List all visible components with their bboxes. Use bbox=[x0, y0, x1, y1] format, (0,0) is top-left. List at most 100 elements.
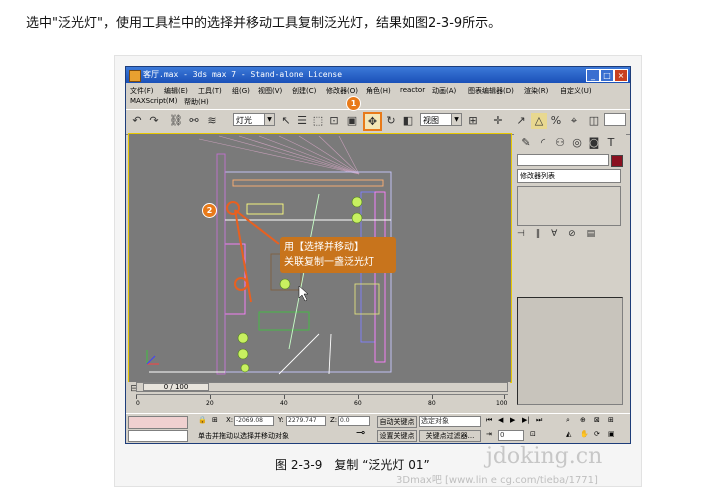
show-end-result-icon[interactable]: ‖ bbox=[536, 229, 541, 239]
time-slider[interactable]: 0 / 100 bbox=[136, 382, 508, 392]
menu-tools[interactable]: 工具(T) bbox=[198, 86, 222, 96]
menu-character[interactable]: 角色(H) bbox=[366, 86, 391, 96]
time-config-icon[interactable]: ⊡ bbox=[530, 430, 536, 438]
percent-snap-icon[interactable]: % bbox=[548, 113, 564, 129]
unlink-icon[interactable]: ⚯ bbox=[186, 113, 202, 129]
key-filters-button[interactable]: 关键点过滤器... bbox=[419, 430, 481, 442]
menu-help[interactable]: 帮助(H) bbox=[184, 97, 209, 107]
object-name-field[interactable] bbox=[517, 154, 609, 166]
y-coord-field[interactable]: 2279.747 bbox=[286, 416, 326, 426]
key-icon[interactable]: ⊸ bbox=[356, 426, 365, 439]
maximize-button[interactable]: □ bbox=[600, 69, 614, 82]
menu-edit[interactable]: 编辑(E) bbox=[164, 86, 188, 96]
menu-create[interactable]: 创建(C) bbox=[292, 86, 316, 96]
prev-frame-icon[interactable]: ◀ bbox=[498, 416, 503, 424]
display-tab-icon[interactable]: ◙ bbox=[586, 135, 602, 151]
reference-coordinate-dropdown[interactable]: 视图 ▼ bbox=[420, 113, 462, 126]
fov-icon[interactable]: ◭ bbox=[566, 430, 571, 438]
minimize-button[interactable]: _ bbox=[586, 69, 600, 82]
angle-snap-icon[interactable]: △ bbox=[531, 113, 547, 129]
snap-toggle-icon[interactable]: ↗ bbox=[513, 113, 529, 129]
play-icon[interactable]: ▶ bbox=[510, 416, 515, 424]
redo-icon[interactable]: ↷ bbox=[146, 113, 162, 129]
zoom-icon[interactable]: ⌕ bbox=[566, 416, 570, 425]
maximize-viewport-icon[interactable]: ▣ bbox=[608, 430, 615, 438]
pin-stack-icon[interactable]: ⊣ bbox=[517, 229, 525, 239]
watermark-logo: jdoking.cn bbox=[486, 444, 603, 469]
window-crossing-icon[interactable]: ⊡ bbox=[326, 113, 342, 129]
modify-tab-icon[interactable]: ◜ bbox=[535, 135, 551, 151]
hierarchy-tab-icon[interactable]: ⚇ bbox=[552, 135, 568, 151]
arc-rotate-icon[interactable]: ⟳ bbox=[594, 430, 600, 438]
menu-rendering[interactable]: 渲染(R) bbox=[524, 86, 548, 96]
crossing-toggle-icon[interactable]: ▣ bbox=[344, 113, 360, 129]
bind-spacewarp-icon[interactable]: ≋ bbox=[204, 113, 220, 129]
make-unique-icon[interactable]: ∀ bbox=[551, 229, 557, 239]
remove-modifier-icon[interactable]: ⊘ bbox=[568, 229, 576, 239]
menu-group[interactable]: 组(G) bbox=[232, 86, 250, 96]
rect-selection-icon[interactable]: ⬚ bbox=[310, 113, 326, 129]
link-icon[interactable]: ⛓ bbox=[168, 113, 184, 129]
next-frame-icon[interactable]: ▶| bbox=[522, 416, 530, 424]
named-selection-dropdown[interactable] bbox=[604, 113, 626, 126]
goto-start-icon[interactable]: ⏮ bbox=[486, 416, 492, 425]
goto-end-icon[interactable]: ⏭ bbox=[536, 416, 542, 425]
zoom-extents-all-icon[interactable]: ⊞ bbox=[608, 416, 614, 424]
max-window: 客厅.max - 3ds max 7 - Stand-alone License… bbox=[125, 66, 631, 444]
menu-customize[interactable]: 自定义(U) bbox=[560, 86, 592, 96]
menu-animation[interactable]: 动画(A) bbox=[432, 86, 456, 96]
z-coord-field[interactable]: 0.0 bbox=[338, 416, 370, 426]
motion-tab-icon[interactable]: ◎ bbox=[569, 135, 585, 151]
menu-graph-editors[interactable]: 图表编辑器(D) bbox=[468, 86, 514, 96]
app-icon bbox=[129, 70, 141, 82]
title-bar[interactable]: 客厅.max - 3ds max 7 - Stand-alone License… bbox=[126, 67, 630, 83]
x-coord-field[interactable]: -2069.08 bbox=[234, 416, 274, 426]
rollout-area[interactable] bbox=[517, 297, 623, 405]
configure-sets-icon[interactable]: ▤ bbox=[587, 229, 596, 239]
maxscript-listener[interactable] bbox=[128, 416, 188, 429]
menu-modifiers[interactable]: 修改器(O) bbox=[326, 86, 358, 96]
set-key-button[interactable]: 设置关键点 bbox=[377, 430, 417, 442]
prompt-line: 单击并拖动以选择并移动对象 bbox=[198, 432, 289, 440]
modifier-stack[interactable] bbox=[517, 186, 621, 226]
lock-icon[interactable]: 🔒 bbox=[198, 416, 207, 424]
modifier-list-label: 修改器列表 bbox=[520, 172, 555, 180]
object-color-swatch[interactable] bbox=[611, 155, 623, 167]
maxscript-mini[interactable] bbox=[128, 430, 188, 442]
create-tab-icon[interactable]: ✎ bbox=[518, 135, 534, 151]
y-label: Y: bbox=[278, 416, 284, 424]
selection-filter-dropdown[interactable]: 灯光 ▼ bbox=[233, 113, 275, 126]
spinner-snap-icon[interactable]: ⌖ bbox=[566, 113, 582, 129]
select-and-scale-icon[interactable]: ◧ bbox=[400, 113, 416, 129]
pan-icon[interactable]: ✋ bbox=[580, 430, 589, 438]
menu-views[interactable]: 视图(V) bbox=[258, 86, 282, 96]
tick-label: 20 bbox=[206, 400, 214, 407]
undo-icon[interactable]: ↶ bbox=[129, 113, 145, 129]
callout-line-2: 关联复制一盏泛光灯 bbox=[284, 257, 374, 268]
track-bar[interactable]: 0 20 40 60 80 100 bbox=[136, 394, 508, 409]
select-and-move-icon[interactable]: ✥ bbox=[363, 112, 382, 131]
manipulate-icon[interactable]: ✛ bbox=[490, 113, 506, 129]
select-by-name-icon[interactable]: ☰ bbox=[294, 113, 310, 129]
current-frame-field[interactable]: 0 bbox=[498, 430, 524, 441]
zoom-extents-icon[interactable]: ⊠ bbox=[594, 416, 600, 424]
close-button[interactable]: × bbox=[614, 69, 628, 82]
time-slider-thumb[interactable]: 0 / 100 bbox=[143, 383, 209, 391]
menu-file[interactable]: 文件(F) bbox=[130, 86, 154, 96]
select-and-rotate-icon[interactable]: ↻ bbox=[383, 113, 399, 129]
zoom-all-icon[interactable]: ⊕ bbox=[580, 416, 586, 424]
named-selection-icon[interactable]: ◫ bbox=[586, 113, 602, 129]
pivot-icon[interactable]: ⊞ bbox=[465, 113, 481, 129]
selected-object-dropdown[interactable]: 选定对象 bbox=[419, 416, 481, 427]
key-mode-icon[interactable]: ⇥ bbox=[486, 430, 492, 438]
absolute-mode-icon[interactable]: ⊞ bbox=[212, 416, 218, 424]
time-slider-area: ⊟ 0 / 100 0 20 40 60 80 100 bbox=[128, 382, 510, 412]
modifier-list-dropdown[interactable]: 修改器列表 bbox=[517, 169, 621, 183]
auto-key-button[interactable]: 自动关键点 bbox=[377, 416, 417, 428]
step-badge-2: 2 bbox=[202, 203, 217, 218]
menu-reactor[interactable]: reactor bbox=[400, 86, 425, 94]
menu-maxscript[interactable]: MAXScript(M) bbox=[130, 97, 177, 105]
intro-paragraph: 选中"泛光灯"，使用工具栏中的选择并移动工具复制泛光灯，结果如图2-3-9所示。 bbox=[26, 16, 502, 31]
select-object-icon[interactable]: ↖ bbox=[278, 113, 294, 129]
utilities-tab-icon[interactable]: T bbox=[603, 135, 619, 151]
